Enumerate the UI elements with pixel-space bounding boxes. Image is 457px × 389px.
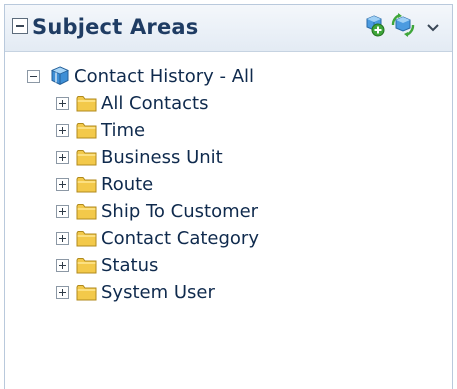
folder-label: Route bbox=[101, 173, 154, 195]
tree-root-label: Contact History - All bbox=[74, 65, 255, 87]
collapse-box-icon[interactable] bbox=[12, 18, 28, 34]
folder-icon bbox=[76, 95, 97, 111]
tree-folder-row[interactable]: Ship To Customer bbox=[56, 198, 258, 224]
chevron-down-icon[interactable] bbox=[425, 19, 441, 35]
folder-icon bbox=[76, 176, 97, 192]
expand-node-icon[interactable] bbox=[56, 204, 69, 218]
folder-icon bbox=[76, 284, 97, 300]
subject-areas-panel: Subject Areas Contact History - All All … bbox=[4, 4, 453, 389]
folder-label: Ship To Customer bbox=[101, 200, 259, 222]
tree-folder-row[interactable]: Route bbox=[56, 171, 153, 197]
folder-icon bbox=[76, 230, 97, 246]
add-subject-area-icon[interactable] bbox=[362, 13, 386, 37]
panel-title: Subject Areas bbox=[32, 15, 199, 39]
expand-node-icon[interactable] bbox=[56, 96, 69, 110]
tree-folder-row[interactable]: Business Unit bbox=[56, 144, 223, 170]
folder-label: Status bbox=[101, 254, 159, 276]
folder-label: Contact Category bbox=[101, 227, 259, 249]
expand-node-icon[interactable] bbox=[56, 231, 69, 245]
tree-folder-row[interactable]: System User bbox=[56, 279, 215, 305]
folder-label: System User bbox=[101, 281, 215, 303]
expand-node-icon[interactable] bbox=[56, 285, 69, 299]
folder-icon bbox=[76, 203, 97, 219]
collapse-node-icon[interactable] bbox=[27, 69, 40, 83]
expand-node-icon[interactable] bbox=[56, 123, 69, 137]
subject-area-cube-icon bbox=[51, 66, 69, 86]
tree-folder-row[interactable]: Status bbox=[56, 252, 158, 278]
tree-root-row[interactable]: Contact History - All bbox=[27, 63, 254, 89]
folder-label: Time bbox=[101, 119, 146, 141]
refresh-icon[interactable] bbox=[390, 13, 416, 37]
folder-icon bbox=[76, 149, 97, 165]
tree-folder-row[interactable]: All Contacts bbox=[56, 90, 208, 116]
panel-header: Subject Areas bbox=[5, 5, 452, 52]
expand-node-icon[interactable] bbox=[56, 150, 69, 164]
folder-label: All Contacts bbox=[101, 92, 209, 114]
expand-node-icon[interactable] bbox=[56, 177, 69, 191]
expand-node-icon[interactable] bbox=[56, 258, 69, 272]
folder-label: Business Unit bbox=[101, 146, 223, 168]
folder-icon bbox=[76, 122, 97, 138]
folder-icon bbox=[76, 257, 97, 273]
tree-folder-row[interactable]: Contact Category bbox=[56, 225, 259, 251]
tree-folder-row[interactable]: Time bbox=[56, 117, 145, 143]
